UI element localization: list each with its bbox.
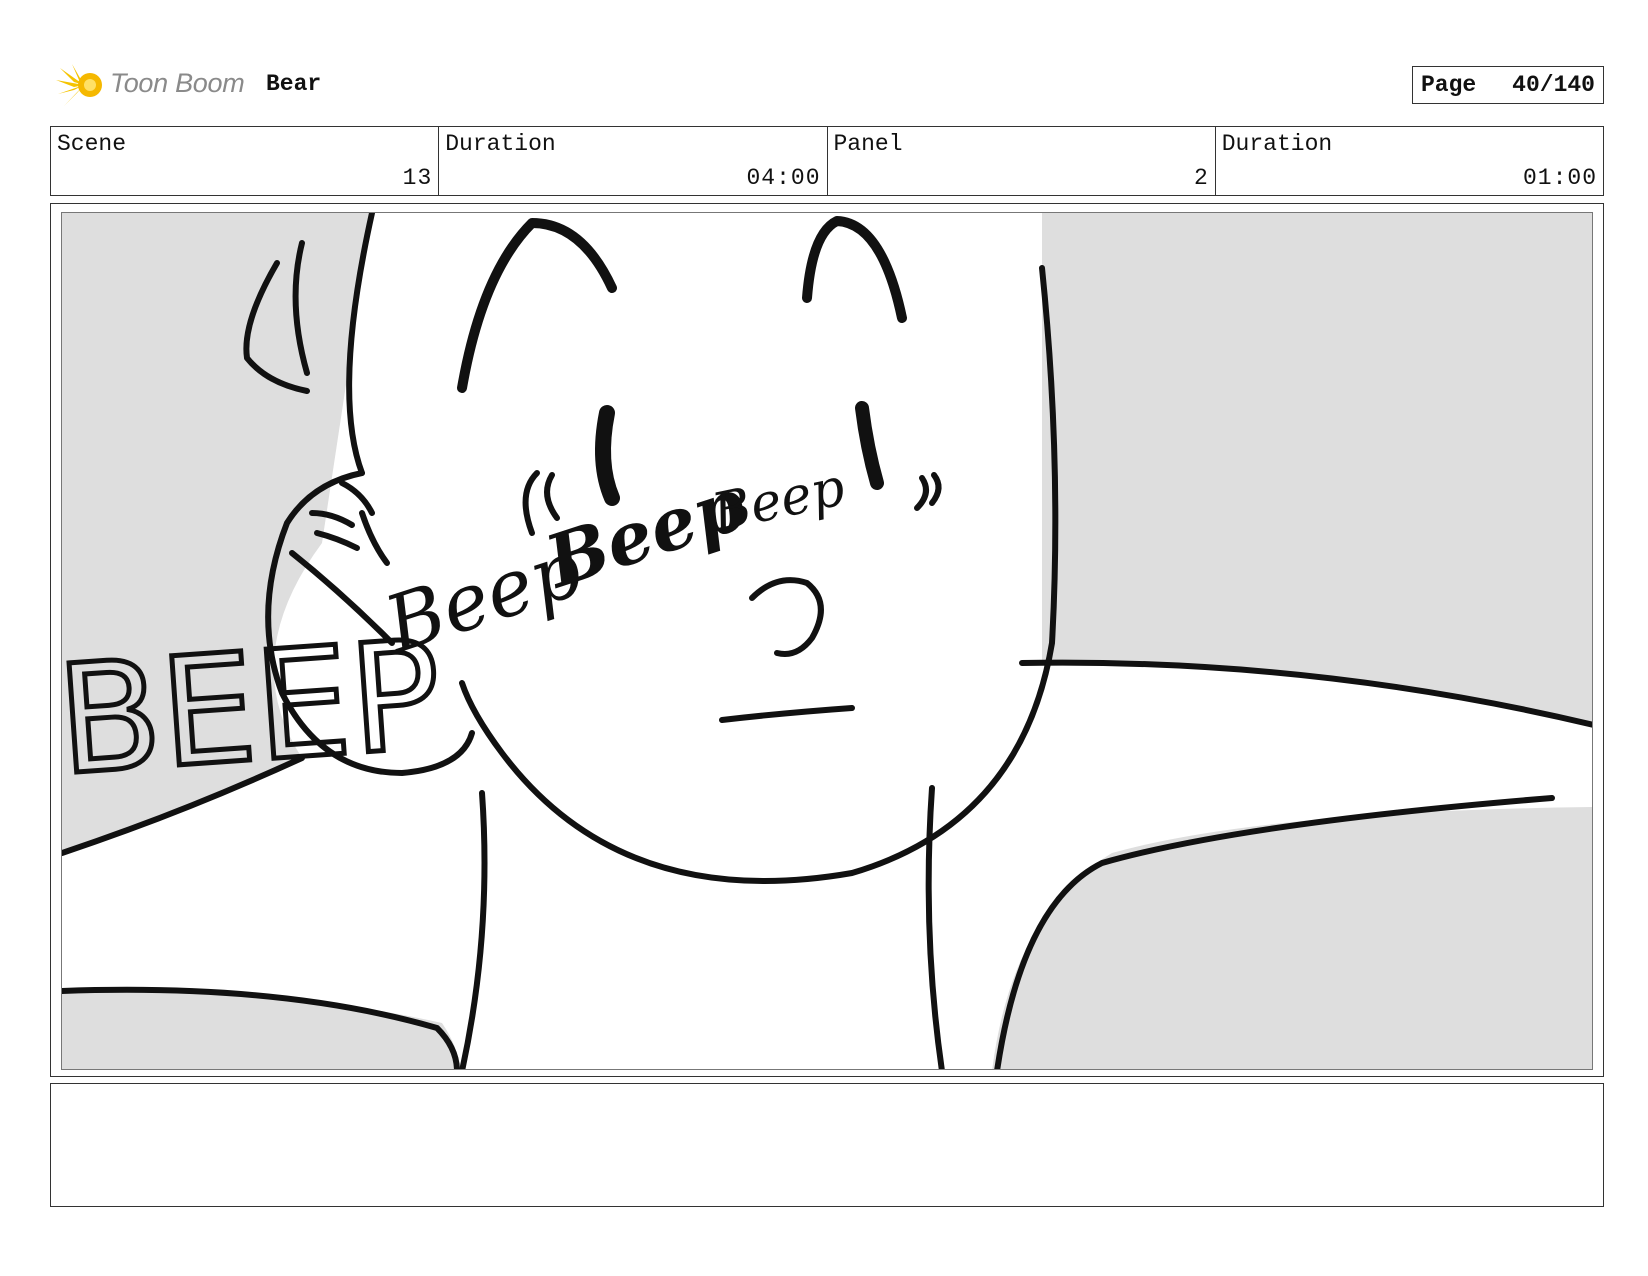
brand-name: Toon Boom (110, 68, 245, 98)
page-header: Toon Boom Bear Page 40/140 (50, 56, 1604, 112)
scene-duration-cell: Duration 04:00 (439, 127, 828, 195)
panel-notes-area (50, 1083, 1604, 1207)
panel-cell: Panel 2 (828, 127, 1216, 195)
storyboard-panel-image: BEEP Beep Beep Beep (61, 212, 1593, 1070)
panel-info-row: Scene 13 Duration 04:00 Panel 2 Duration… (50, 126, 1604, 196)
scene-duration-value: 04:00 (746, 165, 821, 191)
scene-value: 13 (402, 165, 433, 191)
page-indicator: Page 40/140 (1412, 66, 1604, 104)
scene-duration-label: Duration (445, 131, 556, 157)
panel-duration-label: Duration (1221, 131, 1333, 157)
scene-label: Scene (57, 131, 127, 157)
toon-boom-logo-icon (56, 64, 102, 106)
panel-duration-value: 01:00 (1522, 165, 1597, 191)
sfx-beep-large: BEEP (62, 609, 447, 809)
panel-label: Panel (833, 131, 903, 157)
page-label: Page (1421, 72, 1477, 98)
panel-duration-cell: Duration 01:00 (1216, 127, 1603, 195)
storyboard-panel-frame: BEEP Beep Beep Beep (50, 203, 1604, 1077)
project-title: Bear (266, 71, 322, 97)
scene-cell: Scene 13 (51, 127, 440, 195)
panel-value: 2 (1193, 165, 1209, 191)
page-number: 40/140 (1512, 72, 1595, 98)
sketch-drawing: BEEP Beep Beep Beep (62, 213, 1592, 1069)
